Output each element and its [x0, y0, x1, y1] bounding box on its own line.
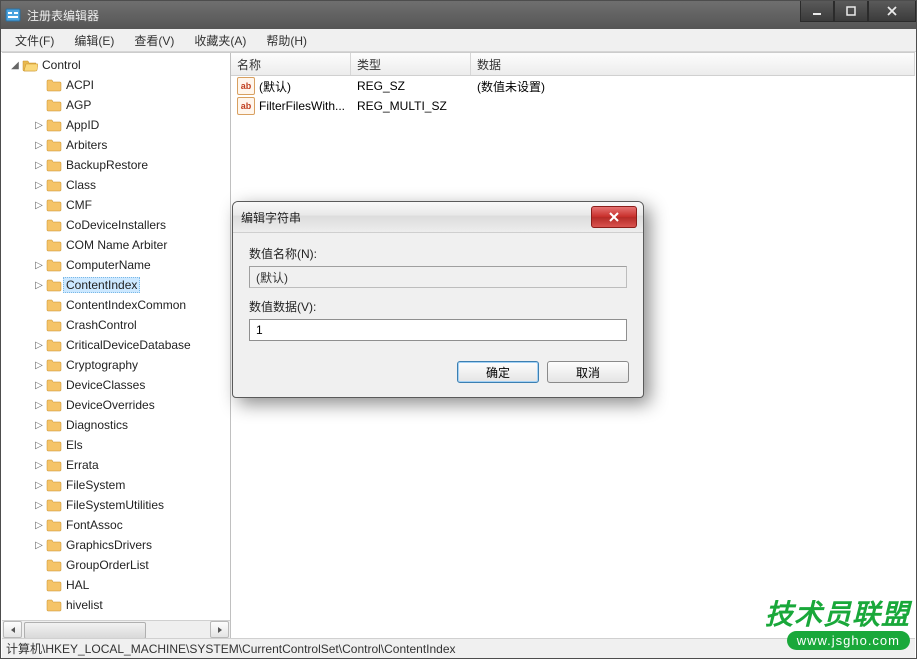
cancel-button[interactable]: 取消	[547, 361, 629, 383]
dialog-title: 编辑字符串	[241, 209, 301, 226]
value-name-label: 数值名称(N):	[249, 245, 627, 262]
value-data-input[interactable]	[249, 319, 627, 341]
regedit-window: 注册表编辑器 文件(F) 编辑(E) 查看(V) 收藏夹(A) 帮助(H) ◢C…	[0, 0, 917, 659]
dialog-titlebar[interactable]: 编辑字符串	[233, 202, 643, 233]
value-name-field: (默认)	[249, 266, 627, 288]
value-data-label: 数值数据(V):	[249, 298, 627, 315]
ok-button[interactable]: 确定	[457, 361, 539, 383]
dialog-close-button[interactable]	[591, 206, 637, 228]
edit-string-dialog: 编辑字符串 数值名称(N): (默认) 数值数据(V): 确定 取消	[232, 201, 644, 398]
dialog-layer: 编辑字符串 数值名称(N): (默认) 数值数据(V): 确定 取消	[1, 1, 916, 658]
